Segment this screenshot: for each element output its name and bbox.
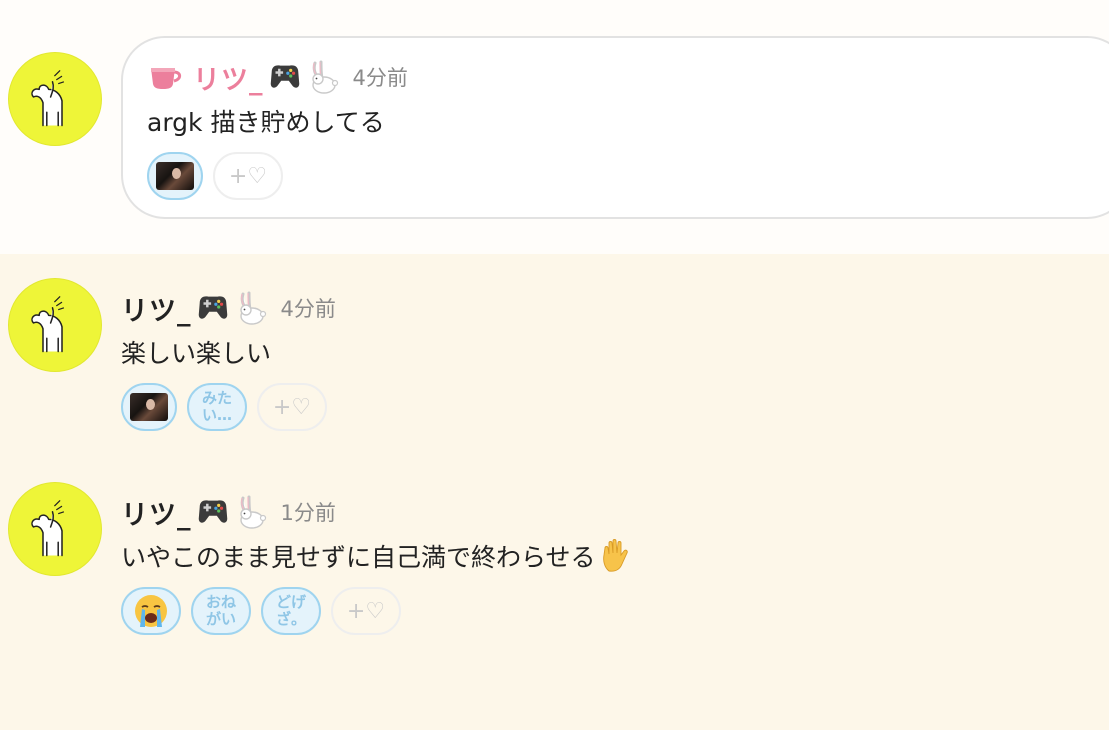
game-controller-icon — [194, 293, 232, 323]
post-header: リツ_ 1分前 — [121, 492, 1081, 532]
post-text: いやこのまま見せずに自己満で終わらせる — [121, 543, 596, 572]
user-name[interactable]: リツ_ — [193, 58, 264, 97]
crying-face-icon — [135, 595, 167, 627]
add-reaction-button[interactable]: +♡ — [331, 587, 401, 635]
photo-reaction-icon — [130, 393, 168, 421]
add-reaction-label: +♡ — [272, 394, 312, 420]
user-avatar[interactable] — [8, 278, 102, 372]
game-controller-icon — [194, 497, 232, 527]
post-2[interactable]: リツ_ 4分前 楽しい楽しい みたい… +♡ — [121, 288, 1081, 431]
add-reaction-button[interactable]: +♡ — [213, 152, 283, 200]
reaction-image[interactable] — [121, 383, 177, 431]
reaction-text[interactable]: おねがい — [191, 587, 251, 635]
post-1[interactable]: リツ_ 4分前 argk 描き貯めしてる +♡ — [147, 57, 1107, 200]
add-reaction-button[interactable]: +♡ — [257, 383, 327, 431]
reaction-label: みたい… — [201, 389, 232, 424]
post-3[interactable]: リツ_ 1分前 いやこのまま見せずに自己満で終わらせる おねがい どげざ。 +♡ — [121, 492, 1081, 635]
reaction-list: +♡ — [147, 152, 1107, 200]
reaction-label: どげざ。 — [275, 593, 306, 628]
add-reaction-label: +♡ — [346, 598, 386, 624]
reaction-text[interactable]: どげざ。 — [261, 587, 321, 635]
reaction-list: みたい… +♡ — [121, 383, 1081, 431]
post-timestamp: 4分前 — [352, 66, 408, 90]
photo-reaction-icon — [156, 162, 194, 190]
post-text: argk 描き貯めしてる — [147, 108, 385, 137]
post-header: リツ_ 4分前 — [121, 288, 1081, 328]
post-header: リツ_ 4分前 — [147, 57, 1107, 97]
rabbit-icon — [233, 494, 269, 530]
user-avatar[interactable] — [8, 482, 102, 576]
user-avatar[interactable] — [8, 52, 102, 146]
game-controller-icon — [266, 62, 304, 92]
reaction-text[interactable]: みたい… — [187, 383, 247, 431]
rabbit-icon — [233, 290, 269, 326]
reaction-list: おねがい どげざ。 +♡ — [121, 587, 1081, 635]
post-text-row: いやこのまま見せずに自己満で終わらせる — [121, 538, 1081, 574]
user-name[interactable]: リツ_ — [121, 289, 192, 328]
raised-hand-icon — [600, 538, 634, 574]
post-timestamp: 4分前 — [280, 297, 336, 321]
add-reaction-label: +♡ — [228, 163, 268, 189]
coffee-cup-icon — [147, 62, 185, 92]
reaction-emoji[interactable] — [121, 587, 181, 635]
post-text: 楽しい楽しい — [121, 339, 272, 368]
rabbit-icon — [305, 59, 341, 95]
post-timestamp: 1分前 — [280, 501, 336, 525]
user-name[interactable]: リツ_ — [121, 493, 192, 532]
reaction-image[interactable] — [147, 152, 203, 200]
reaction-label: おねがい — [205, 593, 236, 628]
